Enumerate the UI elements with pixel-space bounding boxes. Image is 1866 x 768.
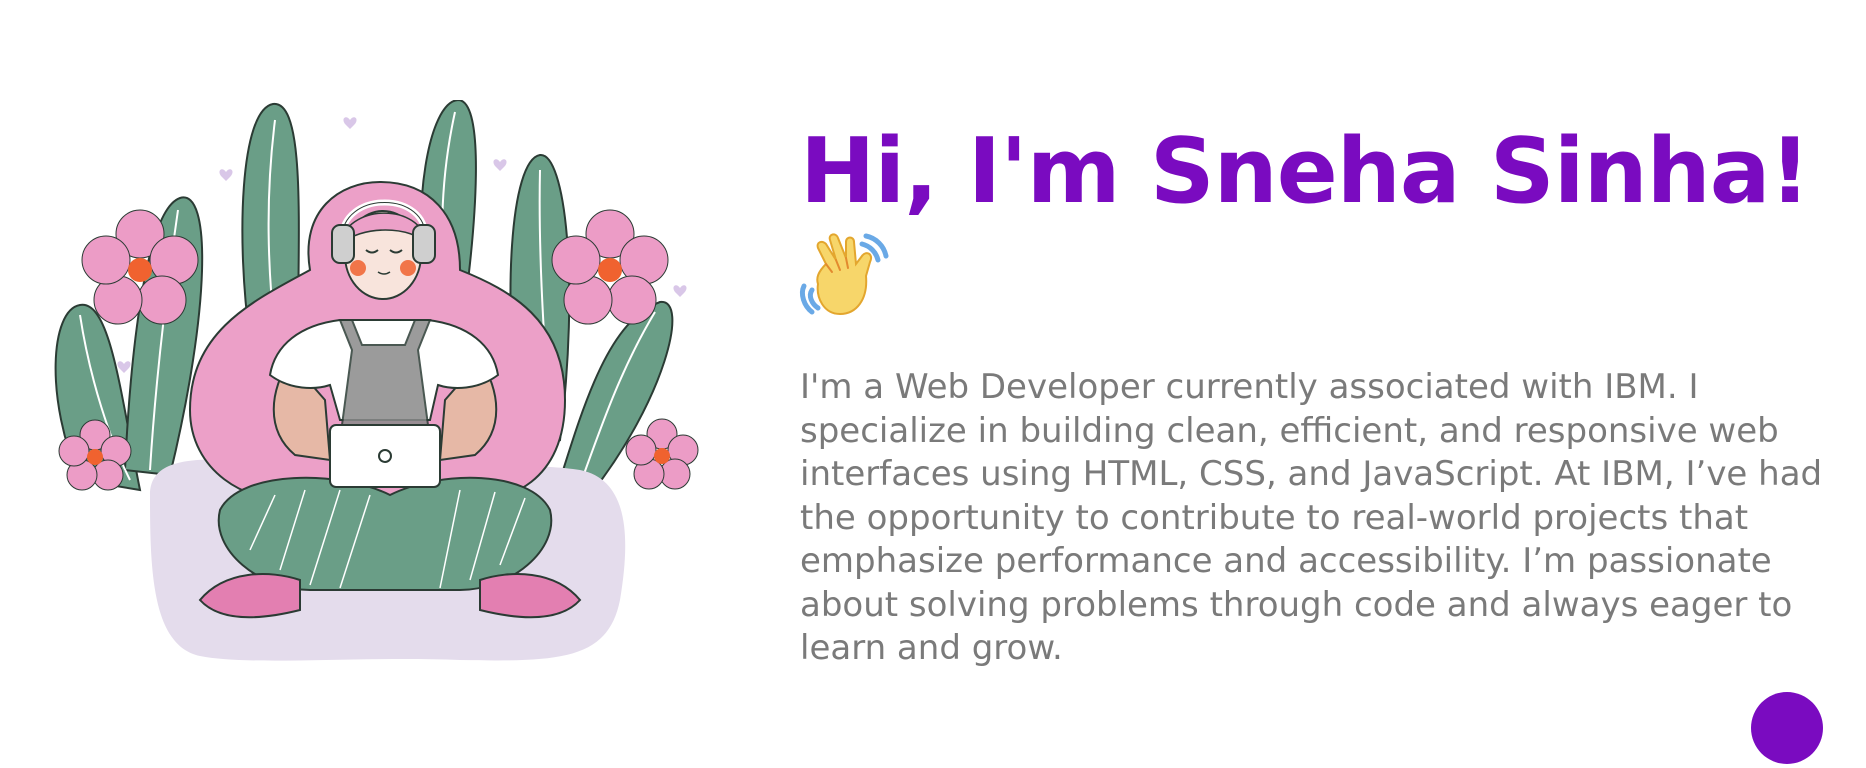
cheek-right [400,260,416,276]
cheek-left [350,260,366,276]
waving-hand-icon [799,233,889,316]
hero-text: Hi, I'm Sneha Sinha! I'm a Web Developer… [799,119,1830,671]
hero-title: Hi, I'm Sneha Sinha! [800,119,1811,224]
hero-description: I'm a Web Developer currently associated… [800,367,1823,668]
laptop-icon [329,424,441,488]
floating-action-button[interactable] [1751,692,1823,764]
page: Hi, I'm Sneha Sinha! I'm a Web Developer… [0,0,1866,768]
girl-with-laptop-illustration [54,100,699,661]
